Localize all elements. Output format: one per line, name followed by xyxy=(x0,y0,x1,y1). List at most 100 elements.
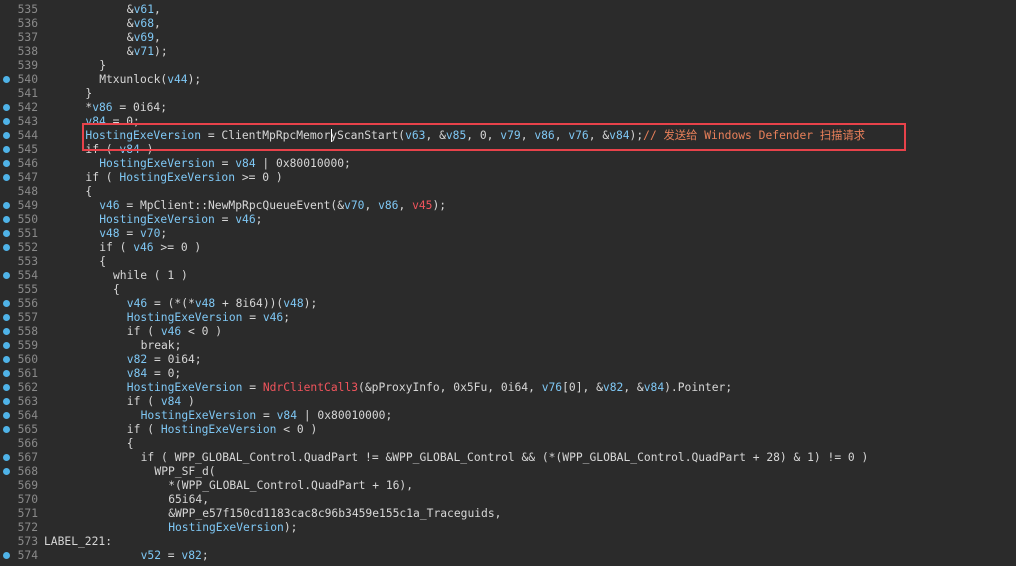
code-line[interactable]: 555 { xyxy=(0,283,1016,297)
code-line[interactable]: 556 v46 = (*(*v48 + 8i64))(v48); xyxy=(0,297,1016,311)
code-token: *(WPP_GLOBAL_Control.QuadPart + 16), xyxy=(168,479,414,492)
code-variable: v48 xyxy=(283,297,304,310)
line-number: 563 xyxy=(17,395,38,408)
code-line[interactable]: 547 if ( HostingExeVersion >= 0 ) xyxy=(0,171,1016,185)
code-text: Mtxunlock(v44); xyxy=(99,73,201,87)
code-variable: v46 xyxy=(126,297,148,310)
code-line[interactable]: 563 if ( v84 ) xyxy=(0,395,1016,409)
line-number: 561 xyxy=(17,367,38,380)
code-line[interactable]: 558 if ( v46 < 0 ) xyxy=(0,325,1016,339)
code-token: &WPP_e57f150cd1183cac8c96b3459e155c1a_Tr… xyxy=(168,507,502,520)
code-token: = 0i64; xyxy=(112,101,168,114)
code-line[interactable]: 554 while ( 1 ) xyxy=(0,269,1016,283)
code-token: & xyxy=(126,45,134,58)
code-variable: v84 xyxy=(276,409,298,422)
code-variable: HostingExeVersion xyxy=(119,171,236,184)
line-number: 550 xyxy=(17,213,38,226)
code-variable: v84 xyxy=(160,395,182,408)
code-line[interactable]: 565 if ( HostingExeVersion < 0 ) xyxy=(0,423,1016,437)
line-number: 565 xyxy=(17,423,38,436)
code-variable: HostingExeVersion xyxy=(160,423,277,436)
code-line[interactable]: 571 &WPP_e57f150cd1183cac8c96b3459e155c1a… xyxy=(0,507,1016,521)
code-line[interactable]: 540 Mtxunlock(v44); xyxy=(0,73,1016,87)
code-token: ); xyxy=(432,199,447,212)
code-token: = xyxy=(256,409,277,422)
code-line[interactable]: 573 LABEL_221: xyxy=(0,535,1016,549)
code-line[interactable]: 562 HostingExeVersion = NdrClientCall3(&p… xyxy=(0,381,1016,395)
code-line[interactable]: 574 v52 = v82; xyxy=(0,549,1016,563)
code-variable: v82 xyxy=(181,549,202,562)
code-token: LABEL_221: xyxy=(44,535,113,548)
code-line[interactable]: 546 HostingExeVersion = v84 | 0x80010000; xyxy=(0,157,1016,171)
code-line[interactable]: 536 &v68, xyxy=(0,17,1016,31)
line-number: 544 xyxy=(17,129,38,142)
code-line[interactable]: 535 &v61, xyxy=(0,3,1016,17)
code-variable: v82 xyxy=(126,353,148,366)
code-variable: v46 xyxy=(235,213,256,226)
code-text: if ( v46 >= 0 ) xyxy=(99,241,201,255)
code-token: , xyxy=(154,31,161,44)
code-token: = MpClient::NewMpRpcQueueEvent(& xyxy=(119,199,345,212)
code-variable: v68 xyxy=(133,17,155,30)
code-text: break; xyxy=(141,339,182,353)
code-line[interactable]: 549 v46 = MpClient::NewMpRpcQueueEvent(&v… xyxy=(0,199,1016,213)
code-token: ).Pointer; xyxy=(664,381,733,394)
code-token: Mtxunlock( xyxy=(99,73,168,86)
code-line[interactable]: 560 v82 = 0i64; xyxy=(0,353,1016,367)
line-number: 552 xyxy=(17,241,38,254)
code-token: if ( xyxy=(126,423,161,436)
code-token: & xyxy=(126,17,134,30)
code-line[interactable]: 538 &v71); xyxy=(0,45,1016,59)
code-token: { xyxy=(126,437,134,450)
code-line[interactable]: 569 *(WPP_GLOBAL_Control.QuadPart + 16), xyxy=(0,479,1016,493)
line-number: 564 xyxy=(17,409,38,422)
code-line[interactable]: 552 if ( v46 >= 0 ) xyxy=(0,241,1016,255)
code-line[interactable]: 564 HostingExeVersion = v84 | 0x80010000; xyxy=(0,409,1016,423)
code-token: while ( 1 ) xyxy=(113,269,188,282)
code-line[interactable]: 566 { xyxy=(0,437,1016,451)
code-token: ; xyxy=(201,549,209,562)
code-token: if ( xyxy=(126,325,161,338)
code-token: >= 0 ) xyxy=(153,241,202,254)
code-line[interactable]: 553 { xyxy=(0,255,1016,269)
code-text: &WPP_e57f150cd1183cac8c96b3459e155c1a_Tr… xyxy=(168,507,501,521)
code-text: *(WPP_GLOBAL_Control.QuadPart + 16), xyxy=(168,479,413,493)
code-line[interactable]: 559 break; xyxy=(0,339,1016,353)
code-text: &v68, xyxy=(127,17,161,31)
code-line[interactable]: 570 65i64, xyxy=(0,493,1016,507)
code-variable: v61 xyxy=(133,3,155,16)
code-token: | 0x80010000; xyxy=(255,157,351,170)
code-text: v82 = 0i64; xyxy=(127,353,202,367)
code-text: { xyxy=(113,283,120,297)
code-line[interactable]: 557 HostingExeVersion = v46; xyxy=(0,311,1016,325)
code-token: < 0 ) xyxy=(276,423,318,436)
code-line[interactable]: 561 v84 = 0; xyxy=(0,367,1016,381)
code-variable: v70 xyxy=(344,199,365,212)
code-line[interactable]: 551 v48 = v70; xyxy=(0,227,1016,241)
code-text: } xyxy=(99,59,106,73)
code-token: { xyxy=(99,255,106,268)
code-line[interactable]: 567 if ( WPP_GLOBAL_Control.QuadPart != &… xyxy=(0,451,1016,465)
code-variable: v48 xyxy=(194,297,216,310)
code-token: = 0; xyxy=(147,367,182,380)
code-text: HostingExeVersion); xyxy=(168,521,297,535)
code-line[interactable]: 548 { xyxy=(0,185,1016,199)
code-line[interactable]: 541} xyxy=(0,87,1016,101)
code-line[interactable]: 537 &v69, xyxy=(0,31,1016,45)
line-number: 562 xyxy=(17,381,38,394)
pseudocode-editor[interactable]: 535 &v61, 536 &v68, 537 &v69, 538 &v71); 539} 540… xyxy=(0,0,1016,566)
code-token: = (*(* xyxy=(147,297,195,310)
code-line[interactable]: 542 *v86 = 0i64; xyxy=(0,101,1016,115)
code-line[interactable]: 550 HostingExeVersion = v46; xyxy=(0,213,1016,227)
code-token: v45 xyxy=(412,199,433,212)
line-number: 543 xyxy=(17,115,38,128)
code-token: ) xyxy=(181,395,195,408)
code-line[interactable]: 572 HostingExeVersion); xyxy=(0,521,1016,535)
code-text: v52 = v82; xyxy=(141,549,209,563)
code-line[interactable]: 539} xyxy=(0,59,1016,73)
code-text: LABEL_221: xyxy=(44,535,112,549)
code-variable: HostingExeVersion xyxy=(140,409,257,422)
code-token: ); xyxy=(303,297,318,310)
code-text: &v61, xyxy=(127,3,161,17)
code-line[interactable]: 568 WPP_SF_d( xyxy=(0,465,1016,479)
